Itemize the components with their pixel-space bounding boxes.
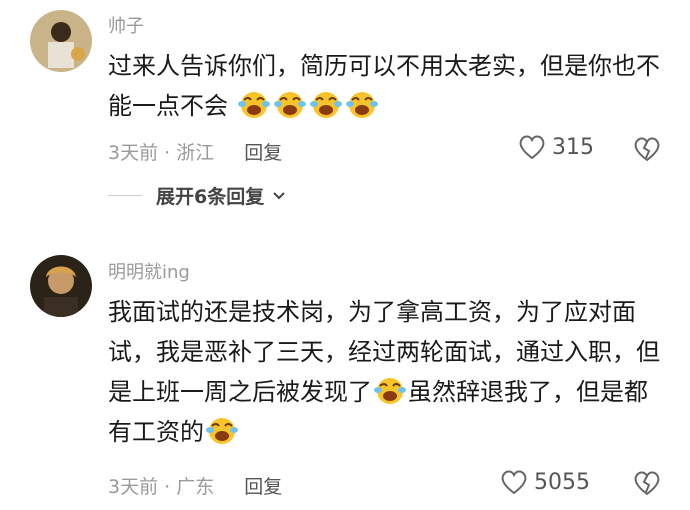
comment-text: 我面试的还是技术岗，为了拿高工资，为了应对面试，我是恶补了三天，经过两轮面试，通… bbox=[108, 298, 660, 446]
comment-meta: 3天前 · 浙江 回复 bbox=[108, 138, 282, 165]
time-location: 3天前 · 广东 bbox=[108, 476, 215, 498]
like-button[interactable]: 5055 bbox=[500, 469, 590, 495]
laughing-crying-emoji bbox=[206, 414, 238, 446]
expand-replies[interactable]: 展开6条回复 bbox=[108, 182, 286, 209]
avatar[interactable] bbox=[30, 10, 92, 72]
divider bbox=[108, 195, 142, 196]
heart-icon bbox=[519, 135, 545, 160]
like-count: 315 bbox=[552, 134, 594, 160]
laughing-crying-emoji bbox=[345, 88, 378, 120]
comment-text: 过来人告诉你们，简历可以不用太老实，但是你也不能一点不会 bbox=[108, 52, 660, 120]
laughing-crying-emoji bbox=[273, 88, 306, 120]
laughing-crying-emoji bbox=[309, 88, 342, 120]
expand-replies-label: 展开6条回复 bbox=[156, 186, 265, 208]
avatar[interactable] bbox=[30, 255, 92, 317]
username[interactable]: 明明就ing bbox=[108, 258, 190, 284]
dislike-heart-icon bbox=[634, 471, 660, 496]
laughing-crying-emoji bbox=[374, 374, 406, 406]
like-count: 5055 bbox=[534, 469, 590, 495]
dislike-heart-icon bbox=[634, 137, 660, 162]
reply-button[interactable]: 回复 bbox=[244, 138, 282, 165]
heart-icon bbox=[501, 470, 527, 495]
comment-meta: 3天前 · 广东 回复 bbox=[108, 472, 282, 499]
dislike-button[interactable] bbox=[633, 470, 661, 500]
username[interactable]: 帅子 bbox=[108, 12, 144, 38]
like-button[interactable]: 315 bbox=[518, 134, 594, 160]
dislike-button[interactable] bbox=[633, 136, 661, 166]
laughing-crying-emoji bbox=[237, 88, 270, 120]
reply-button[interactable]: 回复 bbox=[244, 472, 282, 499]
chevron-down-icon bbox=[273, 191, 285, 199]
time-location: 3天前 · 浙江 bbox=[108, 142, 215, 164]
emoji-group bbox=[236, 92, 380, 120]
